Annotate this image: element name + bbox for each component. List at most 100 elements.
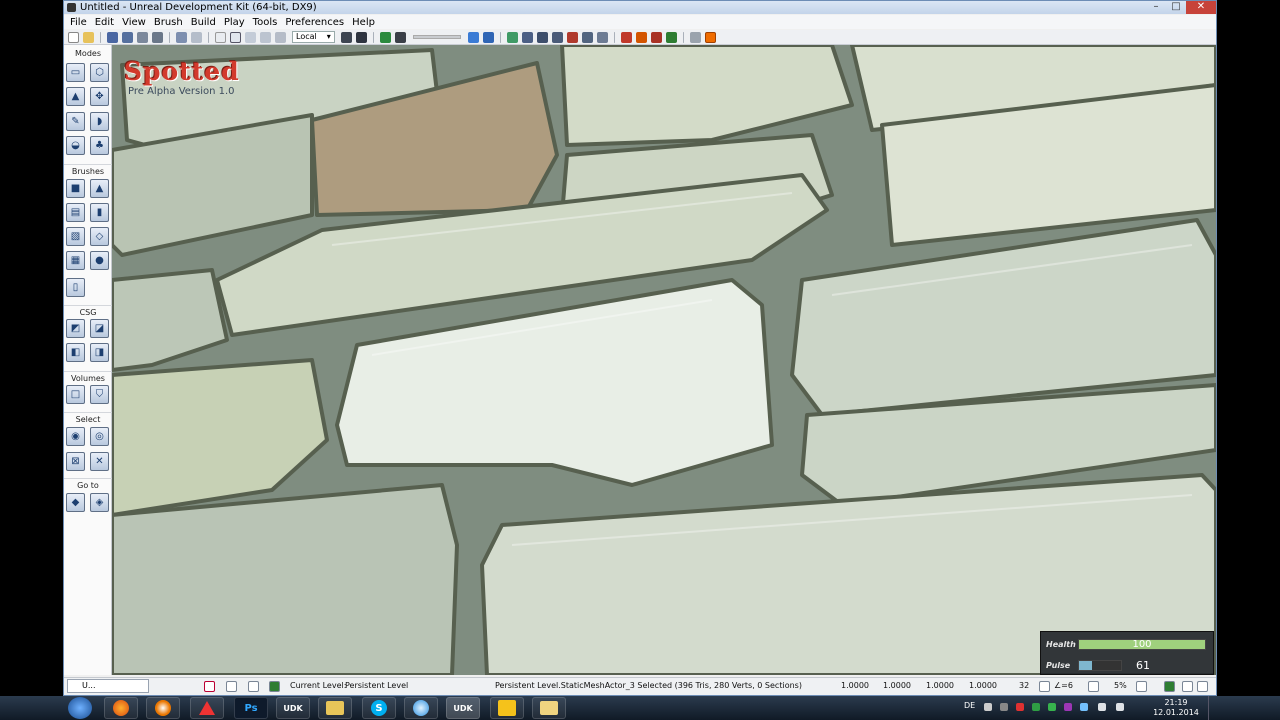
camera-mode-button[interactable]: ▭ (66, 63, 85, 82)
spiral-stairs-brush-button[interactable]: ▦ (66, 251, 85, 270)
autosave-icon[interactable] (1164, 681, 1175, 692)
lock-icon[interactable] (204, 681, 215, 692)
menu-file[interactable]: File (70, 17, 87, 28)
csg-intersect-button[interactable]: ◧ (66, 343, 85, 362)
menu-preferences[interactable]: Preferences (285, 17, 344, 28)
menu-build[interactable]: Build (191, 17, 216, 28)
build-lighting-icon[interactable] (521, 31, 533, 43)
title-bar[interactable]: Untitled - Unreal Development Kit (64-bi… (64, 1, 1216, 14)
menu-edit[interactable]: Edit (95, 17, 114, 28)
level-browser-icon[interactable] (248, 681, 259, 692)
save-icon[interactable] (107, 31, 118, 43)
sphere-brush-button[interactable]: ● (90, 251, 109, 270)
close-button[interactable]: ✕ (1186, 1, 1216, 14)
redo-icon[interactable] (191, 31, 202, 43)
goto-actor-button[interactable]: ◆ (66, 493, 85, 512)
tray-arrow-icon[interactable] (984, 703, 992, 711)
camera-speed-slider[interactable] (412, 35, 461, 39)
rotation-snap-checkbox[interactable] (1088, 681, 1099, 692)
kismet-icon[interactable] (379, 31, 391, 43)
undo-icon[interactable] (176, 31, 187, 43)
drag-grid-icon[interactable] (467, 31, 479, 43)
build-cover-icon[interactable] (551, 31, 563, 43)
tray-drive-icon[interactable] (1000, 703, 1008, 711)
network-icon[interactable] (1098, 703, 1106, 711)
cook-icon[interactable] (689, 31, 701, 43)
skype-taskbar-button[interactable]: S (362, 697, 396, 719)
mesh-paint-button[interactable]: ✎ (66, 112, 85, 131)
cone-brush-button[interactable]: ▲ (90, 179, 109, 198)
play-on-pc-icon[interactable] (635, 31, 647, 43)
texture-align-button[interactable]: ✥ (90, 87, 109, 106)
geometry-mode-button[interactable]: ⬡ (90, 63, 109, 82)
maximize-button[interactable]: □ (1166, 1, 1186, 14)
content-browser-icon[interactable] (355, 31, 367, 43)
language-indicator[interactable]: DE (964, 701, 975, 710)
menu-brush[interactable]: Brush (154, 17, 183, 28)
coordinate-system-dropdown[interactable]: Local ▾ (292, 31, 335, 43)
menu-tools[interactable]: Tools (253, 17, 278, 28)
level-document-tab[interactable]: U... (67, 679, 149, 693)
play-mobile-icon[interactable] (665, 31, 677, 43)
lighting-quality-icon[interactable] (596, 31, 608, 43)
scale-nonuniform-icon[interactable] (275, 31, 286, 43)
stop-icon[interactable] (704, 31, 716, 43)
tray-sync-icon[interactable] (1032, 703, 1040, 711)
start-button[interactable] (68, 697, 92, 719)
foliage-mode-button[interactable]: ♣ (90, 136, 109, 155)
save-package-icon[interactable] (152, 31, 163, 43)
blender-taskbar-button[interactable] (146, 697, 180, 719)
explorer-taskbar-button[interactable] (318, 697, 352, 719)
itunes-taskbar-button[interactable] (404, 697, 438, 719)
menu-play[interactable]: Play (224, 17, 245, 28)
udk-editor-taskbar-button[interactable]: UDK (446, 697, 480, 719)
system-clock[interactable]: 21:19 12.01.2014 (1150, 698, 1202, 718)
99designs-taskbar-button[interactable] (490, 697, 524, 719)
folder-taskbar-button[interactable] (532, 697, 566, 719)
scale-icon[interactable] (260, 31, 271, 43)
invert-selection-button[interactable]: ⊠ (66, 452, 85, 471)
csg-add-button[interactable]: ◩ (66, 319, 85, 338)
firefox-taskbar-button[interactable] (104, 697, 138, 719)
volume-icon[interactable] (1116, 703, 1124, 711)
vertex-snap-checkbox[interactable] (1182, 681, 1193, 692)
search-icon[interactable] (581, 31, 593, 43)
cube-brush-button[interactable]: ■ (66, 179, 85, 198)
photoshop-taskbar-button[interactable]: Ps (234, 697, 268, 719)
cylinder-brush-button[interactable]: ▮ (90, 203, 109, 222)
realtime-icon[interactable] (482, 31, 494, 43)
add-volume-button[interactable]: □ (66, 385, 85, 404)
csg-deintersect-button[interactable]: ◨ (90, 343, 109, 362)
sheet-brush-button[interactable]: ◇ (90, 227, 109, 246)
translate-icon[interactable] (230, 31, 241, 43)
open-folder-icon[interactable] (83, 31, 94, 43)
volumetric-brush-button[interactable]: ▯ (66, 278, 85, 297)
checkmark-icon[interactable] (269, 681, 280, 692)
hide-selected-button[interactable]: ◎ (90, 427, 109, 446)
build-all-icon[interactable] (566, 31, 578, 43)
show-desktop-button[interactable] (1208, 696, 1216, 720)
build-paths-icon[interactable] (536, 31, 548, 43)
preview-checkbox[interactable] (1197, 681, 1208, 692)
csg-subtract-button[interactable]: ◪ (90, 319, 109, 338)
new-file-icon[interactable] (68, 31, 79, 43)
save-all-icon[interactable] (122, 31, 133, 43)
build-geometry-icon[interactable] (506, 31, 518, 43)
shield-icon[interactable]: ⛉ (90, 385, 109, 404)
show-all-button[interactable]: ✕ (90, 452, 109, 471)
minimize-button[interactable]: – (1146, 1, 1166, 14)
terrain-mode-button[interactable]: ▲ (66, 87, 85, 106)
play-in-editor-icon[interactable] (620, 31, 632, 43)
menu-view[interactable]: View (122, 17, 146, 28)
tray-cloud-icon[interactable] (1080, 703, 1088, 711)
perspective-viewport[interactable]: Spotted Pre Alpha Version 1.0 Health 100… (112, 45, 1216, 675)
static-mesh-mode-button[interactable]: ◒ (66, 136, 85, 155)
landscape-mode-button[interactable]: ◗ (90, 112, 109, 131)
tray-app-icon[interactable] (1064, 703, 1072, 711)
save-level-icon[interactable] (137, 31, 148, 43)
select-cursor-icon[interactable] (215, 31, 226, 43)
matinee-icon[interactable] (394, 31, 406, 43)
rotate-icon[interactable] (245, 31, 256, 43)
inkscape-taskbar-button[interactable] (190, 697, 224, 719)
show-selected-button[interactable]: ◉ (66, 427, 85, 446)
